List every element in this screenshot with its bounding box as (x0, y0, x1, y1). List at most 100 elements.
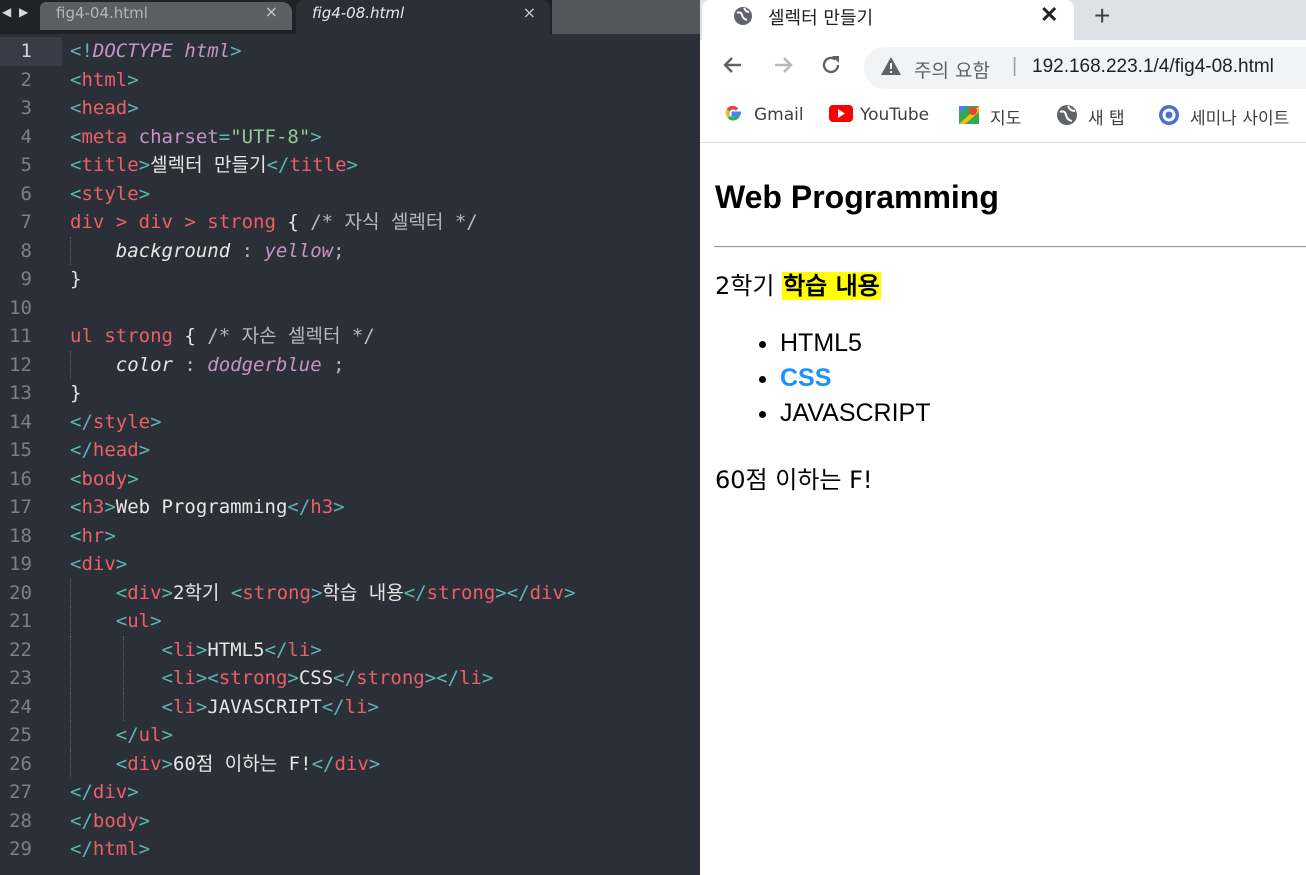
line-number: 24 (9, 695, 32, 718)
code-line: <hr> (70, 524, 116, 547)
code-line: <title>셀렉터 만들기</title> (70, 154, 358, 176)
line-number: 16 (9, 467, 32, 490)
code-line: <style> (70, 182, 151, 205)
browser-tab-title: 셀렉터 만들기 (768, 8, 874, 29)
line-number: 1 (0, 37, 62, 66)
close-icon[interactable]: ✕ (1040, 2, 1058, 28)
semester-line: 2학기 학습 내용 (715, 266, 881, 301)
editor-tab-label: fig4-04.html (56, 4, 148, 22)
line-number: 13 (9, 382, 32, 404)
bookmark-gmail[interactable]: Gmail (722, 104, 804, 126)
code-line: <li><strong>CSS</strong></li> (70, 664, 700, 693)
separator: | (1012, 55, 1018, 77)
globe-icon (1056, 104, 1078, 126)
bookmark-label: Gmail (754, 105, 804, 125)
bookmark-seminar[interactable]: 세미나 사이트 (1158, 104, 1289, 129)
address-bar[interactable]: 주의 요함 | 192.168.223.1/4/fig4-08.html (864, 47, 1306, 89)
code-line: </div> (70, 781, 139, 803)
line-number: 5 (20, 154, 32, 176)
bookmark-maps[interactable]: 지도 (958, 104, 1021, 129)
line-number: 4 (20, 125, 32, 148)
line-number: 15 (9, 439, 32, 461)
line-number: 10 (9, 296, 32, 319)
code-line: <head> (70, 97, 139, 119)
code-line: </style> (70, 410, 162, 433)
semester-prefix: 2학기 (715, 272, 783, 300)
code-line: </html> (70, 838, 151, 860)
close-icon[interactable]: × (265, 1, 278, 23)
editor-tab-label: fig4-08.html (312, 4, 405, 22)
browser-window: 셀렉터 만들기 ✕ + 주의 요함 | 192.168.223.1/4/fig4… (700, 0, 1306, 875)
browser-tab-strip: 셀렉터 만들기 ✕ + (700, 0, 1306, 40)
code-line: <ul> (70, 607, 700, 636)
code-line: <body> (70, 467, 139, 490)
line-number: 22 (9, 638, 32, 661)
browser-tab[interactable]: 셀렉터 만들기 ✕ (702, 0, 1074, 40)
bookmark-new-tab[interactable]: 새 탭 (1056, 104, 1125, 129)
list-item: CSS (780, 361, 931, 396)
reload-icon[interactable] (818, 52, 844, 85)
page-viewport: Web Programming 2학기 학습 내용 HTML5 CSS JAVA… (700, 142, 1306, 875)
line-number: 18 (9, 524, 32, 547)
line-number: 3 (20, 97, 32, 119)
list-item: HTML5 (780, 326, 931, 361)
line-number: 19 (9, 553, 32, 575)
bookmark-youtube[interactable]: YouTube (828, 104, 929, 126)
code-line: <div>2학기 <strong>학습 내용</strong></div> (70, 578, 700, 607)
line-number: 11 (9, 325, 32, 347)
bookmarks-bar: Gmail YouTube 지도 새 탭 세미나 사이트 (700, 96, 1306, 143)
maps-icon (958, 104, 980, 126)
line-number: 17 (9, 496, 32, 518)
tab-nav-arrows[interactable]: ◀ ▶ (0, 0, 42, 26)
warning-icon[interactable] (880, 56, 902, 81)
code-line: <div>60점 이하는 F!</div> (70, 749, 700, 778)
line-number: 23 (9, 667, 32, 689)
line-number: 6 (20, 182, 32, 205)
line-number: 12 (9, 353, 32, 376)
css-item-text: CSS (780, 364, 832, 392)
editor-tab-bar-empty (552, 0, 700, 34)
forward-arrow-icon[interactable] (770, 52, 796, 85)
bookmark-label: 새 탭 (1088, 109, 1125, 129)
editor-tab-fig4-08[interactable]: fig4-08.html × (296, 0, 550, 34)
code-line: <h3>Web Programming</h3> (70, 496, 345, 518)
line-number: 20 (9, 581, 32, 604)
line-number: 2 (20, 68, 32, 91)
globe-icon (732, 5, 754, 33)
code-line: background : yellow; (70, 236, 700, 265)
bookmark-label: 세미나 사이트 (1190, 109, 1290, 129)
code-line: </head> (70, 439, 151, 461)
line-number: 9 (20, 268, 32, 290)
bookmark-label: 지도 (990, 109, 1022, 129)
code-line: <html> (70, 68, 139, 91)
new-tab-button[interactable]: + (1094, 0, 1110, 32)
line-number: 27 (9, 781, 32, 803)
code-line: </body> (70, 809, 151, 832)
highlighted-text: 학습 내용 (782, 272, 881, 300)
topic-list: HTML5 CSS JAVASCRIPT (736, 326, 931, 431)
line-number: 21 (9, 610, 32, 632)
line-number: 14 (9, 410, 32, 433)
line-number-gutter: 1 2 3 4 5 6 7 8 9 10 11 12 13 14 15 16 17 18 19 20 21 22 23 24 2… (0, 37, 62, 864)
code-line: </ul> (70, 721, 700, 750)
back-arrow-icon[interactable] (720, 52, 746, 85)
url-text: 192.168.223.1/4/fig4-08.html (1032, 56, 1274, 77)
code-line: <meta charset="UTF-8"> (70, 125, 322, 148)
line-number: 29 (9, 838, 32, 860)
divider (714, 246, 1306, 248)
line-number: 7 (20, 211, 32, 233)
code-line: <li>JAVASCRIPT</li> (70, 692, 700, 721)
code-editor[interactable]: ◀ ▶ fig4-04.html × fig4-08.html × 123456… (0, 0, 700, 875)
youtube-icon (828, 102, 853, 124)
code-line: color : dodgerblue ; (70, 350, 700, 379)
line-number: 28 (9, 809, 32, 832)
code-line: ul strong { /* 자손 셀렉터 */ (70, 325, 375, 347)
line-number: 8 (20, 239, 32, 262)
close-icon[interactable]: × (523, 0, 536, 26)
editor-tab-fig4-04[interactable]: fig4-04.html × (40, 2, 292, 30)
code-line: <div> (70, 553, 128, 575)
code-line: } (70, 382, 82, 404)
code-area[interactable]: <!DOCTYPE html> <html> <head> <meta char… (70, 37, 700, 864)
grade-line: 60점 이하는 F! (715, 466, 873, 494)
